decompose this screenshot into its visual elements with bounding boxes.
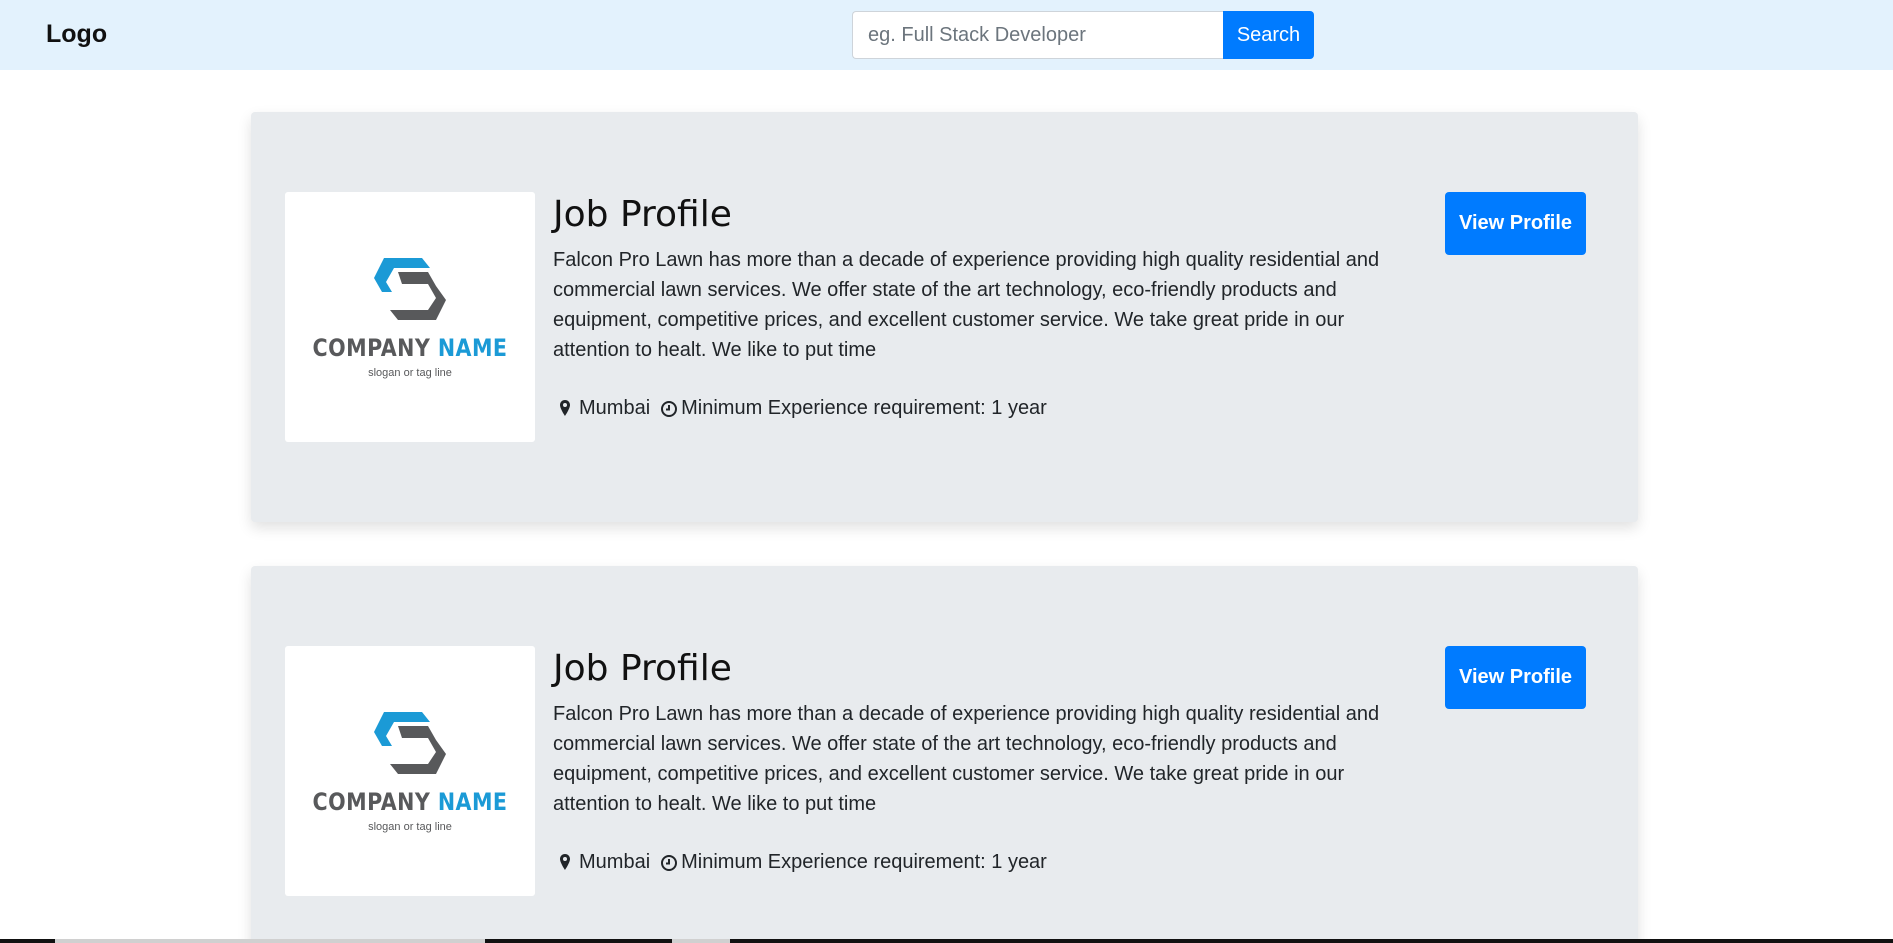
job-card: COMPANY NAME slogan or tag line Job Prof…: [251, 566, 1638, 943]
job-description: Falcon Pro Lawn has more than a decade o…: [553, 249, 1380, 361]
company-logo-mark-icon: [374, 258, 446, 320]
company-logo: COMPANY NAME slogan or tag line: [285, 646, 535, 896]
view-profile-button[interactable]: View Profile: [1445, 192, 1586, 255]
company-logo-mark-icon: [374, 712, 446, 774]
navbar: Logo Search: [0, 0, 1893, 70]
clock-icon: [660, 853, 678, 873]
brand-logo[interactable]: Logo: [46, 20, 107, 49]
job-title: Job Profile: [553, 194, 732, 235]
company-slogan: slogan or tag line: [368, 367, 452, 379]
job-experience: Minimum Experience requirement: 1 year: [681, 397, 1047, 419]
job-title: Job Profile: [553, 648, 732, 689]
search-input[interactable]: [852, 11, 1224, 59]
view-profile-button[interactable]: View Profile: [1445, 646, 1586, 709]
job-meta: Mumbai Minimum Experience requirement: 1…: [559, 397, 1047, 420]
job-location: Mumbai: [579, 851, 651, 873]
job-description: Falcon Pro Lawn has more than a decade o…: [553, 703, 1380, 815]
job-card: COMPANY NAME slogan or tag line Job Prof…: [251, 112, 1638, 522]
job-meta: Mumbai Minimum Experience requirement: 1…: [559, 851, 1047, 874]
company-name: COMPANY NAME: [312, 334, 508, 362]
map-marker-icon: [559, 399, 575, 419]
company-name: COMPANY NAME: [312, 788, 508, 816]
job-experience: Minimum Experience requirement: 1 year: [681, 851, 1047, 873]
company-slogan: slogan or tag line: [368, 821, 452, 833]
clock-icon: [660, 399, 678, 419]
scrollbar-track-segment: [55, 939, 485, 943]
job-location: Mumbai: [579, 397, 651, 419]
map-marker-icon: [559, 853, 575, 873]
search-button[interactable]: Search: [1223, 11, 1314, 59]
company-logo: COMPANY NAME slogan or tag line: [285, 192, 535, 442]
scrollbar-track-segment: [672, 939, 730, 943]
